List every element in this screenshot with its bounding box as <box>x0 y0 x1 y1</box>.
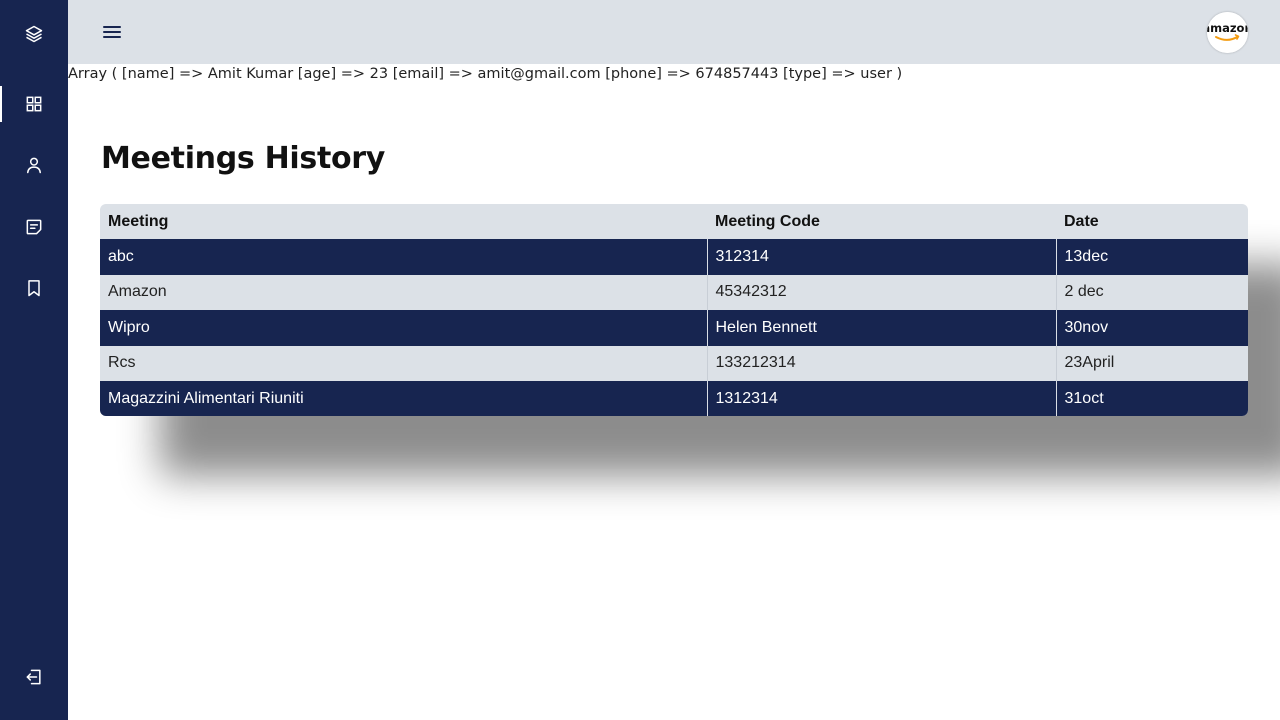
user-icon <box>27 157 41 174</box>
avatar-logo-text: amazon <box>1207 21 1248 35</box>
sidebar-item-dashboard[interactable] <box>0 84 68 124</box>
sidebar-item-layers[interactable] <box>0 14 68 54</box>
meeting-code-cell: 45342312 <box>707 274 1057 311</box>
logout-icon <box>26 669 41 685</box>
meeting-code-cell: 1312314 <box>707 380 1057 417</box>
table-row: abc 312314 13dec <box>100 239 1248 275</box>
table-row: Wipro Helen Bennett 30nov <box>100 310 1248 346</box>
meeting-code-cell: 312314 <box>707 239 1057 275</box>
meeting-name-cell: Amazon <box>100 274 708 311</box>
top-bar: amazon <box>68 0 1280 64</box>
meeting-name-cell: abc <box>100 239 708 275</box>
table-row: Amazon 45342312 2 dec <box>100 274 1248 311</box>
meeting-name-cell: Wipro <box>100 310 708 346</box>
sidebar-item-notes[interactable] <box>0 207 68 247</box>
column-header-meeting-code: Meeting Code <box>707 204 1056 240</box>
hamburger-menu-icon <box>103 26 121 38</box>
meeting-code-cell: Helen Bennett <box>707 310 1057 346</box>
meeting-date-cell: 23April <box>1056 345 1248 381</box>
table-row: Rcs 133212314 23April <box>100 345 1248 381</box>
page-title: Meetings History <box>101 141 386 176</box>
profile-avatar[interactable]: amazon <box>1207 12 1248 53</box>
amazon-logo-icon: amazon <box>1207 12 1248 53</box>
meeting-date-cell: 31oct <box>1056 380 1248 417</box>
meetings-table-container: Meeting Meeting Code Date abc 312314 13d… <box>100 204 1248 417</box>
layers-icon <box>25 25 43 43</box>
table-header-row: Meeting Meeting Code Date <box>100 204 1248 240</box>
logout-button[interactable] <box>0 657 68 697</box>
sidebar <box>0 0 68 720</box>
meeting-date-cell: 13dec <box>1056 239 1248 275</box>
meetings-table: Meeting Meeting Code Date abc 312314 13d… <box>100 204 1248 417</box>
dashboard-grid-icon <box>26 96 42 112</box>
meeting-code-cell: 133212314 <box>707 345 1057 381</box>
bookmark-icon <box>28 280 40 297</box>
debug-array-output: Array ( [name] => Amit Kumar [age] => 23… <box>68 66 903 82</box>
meeting-date-cell: 2 dec <box>1056 274 1248 311</box>
meeting-date-cell: 30nov <box>1056 310 1248 346</box>
sidebar-item-bookmarks[interactable] <box>0 268 68 308</box>
column-header-date: Date <box>1056 204 1248 240</box>
meeting-name-cell: Magazzini Alimentari Riuniti <box>100 380 708 417</box>
table-row: Magazzini Alimentari Riuniti 1312314 31o… <box>100 380 1248 417</box>
notes-icon <box>26 219 42 235</box>
sidebar-item-profile[interactable] <box>0 145 68 185</box>
meeting-name-cell: Rcs <box>100 345 708 381</box>
column-header-meeting: Meeting <box>100 204 707 240</box>
menu-toggle-button[interactable] <box>100 20 124 44</box>
